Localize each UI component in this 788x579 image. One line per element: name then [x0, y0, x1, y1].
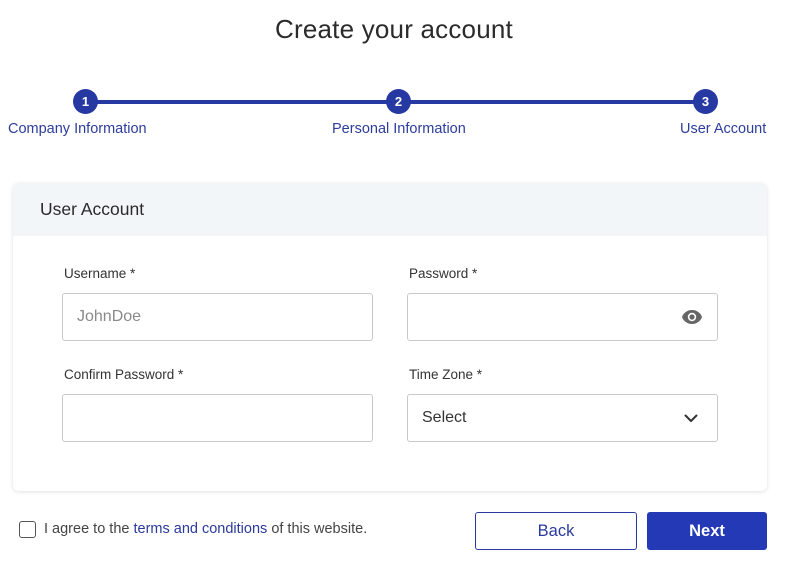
step-1-indicator[interactable]: 1 [73, 89, 98, 114]
time-zone-select[interactable]: Select [407, 394, 718, 442]
username-field[interactable] [62, 293, 373, 341]
back-button[interactable]: Back [475, 512, 637, 550]
confirm-password-input[interactable] [77, 409, 358, 427]
eye-icon[interactable] [681, 305, 703, 329]
agree-suffix: of this website. [271, 521, 368, 537]
time-zone-selected-value: Select [422, 409, 467, 426]
password-field[interactable] [407, 293, 718, 341]
confirm-password-label: Confirm Password * [64, 367, 184, 382]
password-label: Password * [409, 266, 478, 281]
next-button[interactable]: Next [647, 512, 767, 550]
password-input[interactable] [422, 308, 681, 326]
terms-link[interactable]: terms and conditions [133, 521, 267, 537]
agree-checkbox[interactable] [19, 521, 36, 538]
card-header: User Account [13, 183, 767, 236]
confirm-password-field[interactable] [62, 394, 373, 442]
time-zone-label: Time Zone * [409, 367, 483, 382]
username-input[interactable] [77, 308, 358, 326]
agree-text: I agree to the terms and conditions of t… [44, 521, 367, 537]
page-title: Create your account [275, 14, 513, 44]
step-3-indicator[interactable]: 3 [693, 89, 718, 114]
step-2-label[interactable]: Personal Information [332, 121, 466, 137]
user-account-card: User Account Username * Password * Confi… [13, 183, 767, 491]
username-label: Username * [64, 266, 136, 281]
agree-prefix: I agree to the [44, 521, 130, 537]
step-2-indicator[interactable]: 2 [386, 89, 411, 114]
chevron-down-icon [679, 406, 703, 430]
progress-stepper: 1 2 3 Company Information Personal Infor… [0, 88, 788, 148]
step-1-label[interactable]: Company Information [8, 121, 147, 137]
step-3-label[interactable]: User Account [680, 121, 766, 137]
